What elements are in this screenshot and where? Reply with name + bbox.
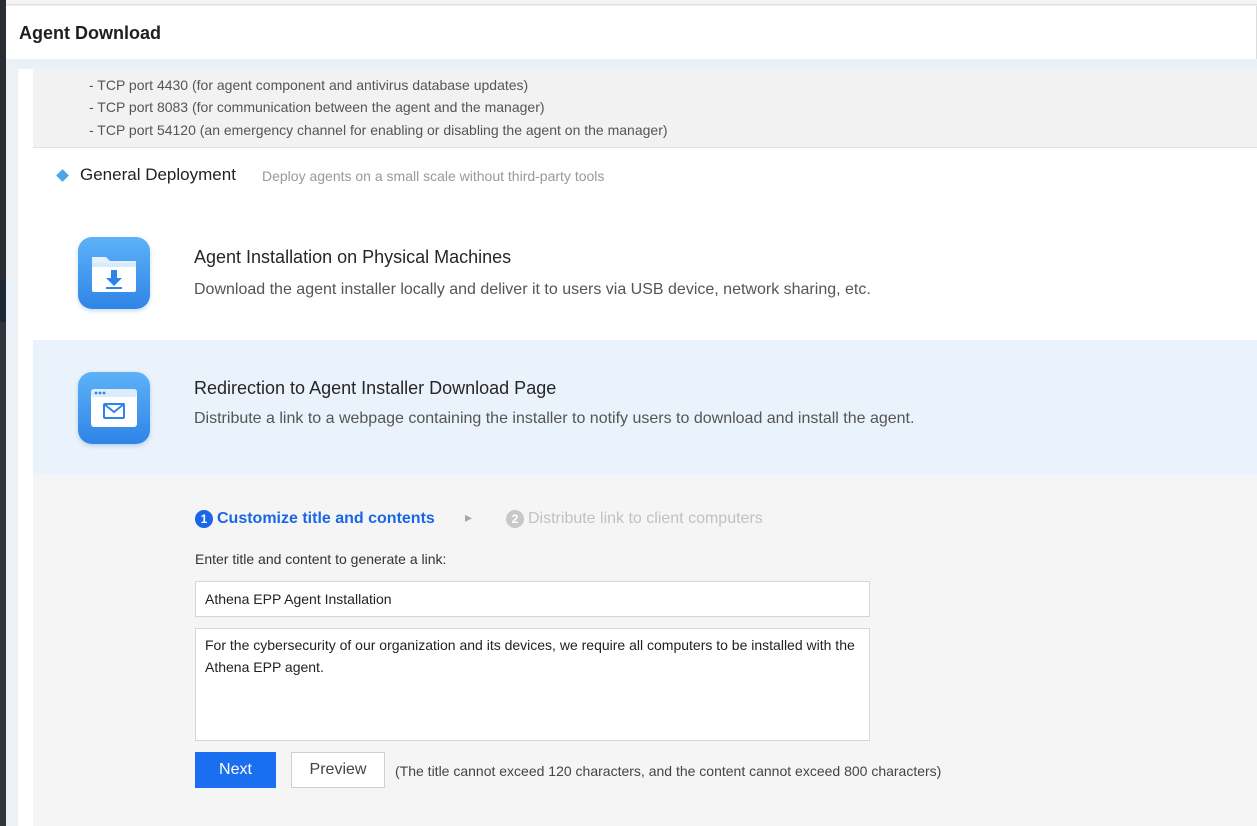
option-description: Download the agent installer locally and… xyxy=(194,281,871,298)
title-bar: Agent Download xyxy=(6,6,1257,59)
step-number: 2 xyxy=(506,510,524,528)
folder-download-icon xyxy=(78,237,150,309)
step-label: Distribute link to client computers xyxy=(528,510,763,527)
agent-download-window: Agent Download - TCP port 4430 (for agen… xyxy=(6,0,1257,826)
browser-mail-icon xyxy=(78,372,150,444)
title-input[interactable] xyxy=(195,581,870,617)
section-description: Deploy agents on a small scale without t… xyxy=(262,168,605,184)
page-title: Agent Download xyxy=(19,23,161,43)
window-top-border xyxy=(6,0,1257,5)
option-description: Distribute a link to a webpage containin… xyxy=(194,410,915,427)
step-chevron-icon: ▸ xyxy=(465,509,473,525)
length-limit-hint: (The title cannot exceed 120 characters,… xyxy=(395,763,942,779)
port-line: - TCP port 8083 (for communication betwe… xyxy=(89,99,545,115)
section-title: General Deployment xyxy=(80,165,236,184)
step-label: Customize title and contents xyxy=(217,510,435,527)
option-title: Redirection to Agent Installer Download … xyxy=(194,378,557,398)
link-generation-panel: 1 Customize title and contents ▸ 2 Distr… xyxy=(33,475,1257,826)
form-prompt: Enter title and content to generate a li… xyxy=(195,551,447,567)
clipped-text-line xyxy=(89,69,1089,71)
option-title: Agent Installation on Physical Machines xyxy=(194,247,512,267)
option-physical-machines[interactable]: Agent Installation on Physical Machines … xyxy=(33,205,1257,340)
step-customize[interactable]: 1 Customize title and contents xyxy=(195,510,435,528)
port-line: - TCP port 4430 (for agent component and… xyxy=(89,77,529,93)
port-requirements: - TCP port 4430 (for agent component and… xyxy=(33,69,1257,148)
option-redirect-download-page[interactable]: Redirection to Agent Installer Download … xyxy=(33,340,1257,475)
step-number: 1 xyxy=(195,510,213,528)
step-distribute: 2 Distribute link to client computers xyxy=(506,510,763,528)
diamond-bullet-icon xyxy=(56,169,69,182)
content-area[interactable]: - TCP port 4430 (for agent component and… xyxy=(18,69,1257,826)
port-line: - TCP port 54120 (an emergency channel f… xyxy=(89,122,668,138)
preview-button[interactable]: Preview xyxy=(291,752,385,788)
next-button[interactable]: Next xyxy=(195,752,276,788)
content-textarea[interactable]: For the cybersecurity of our organizatio… xyxy=(195,628,870,741)
